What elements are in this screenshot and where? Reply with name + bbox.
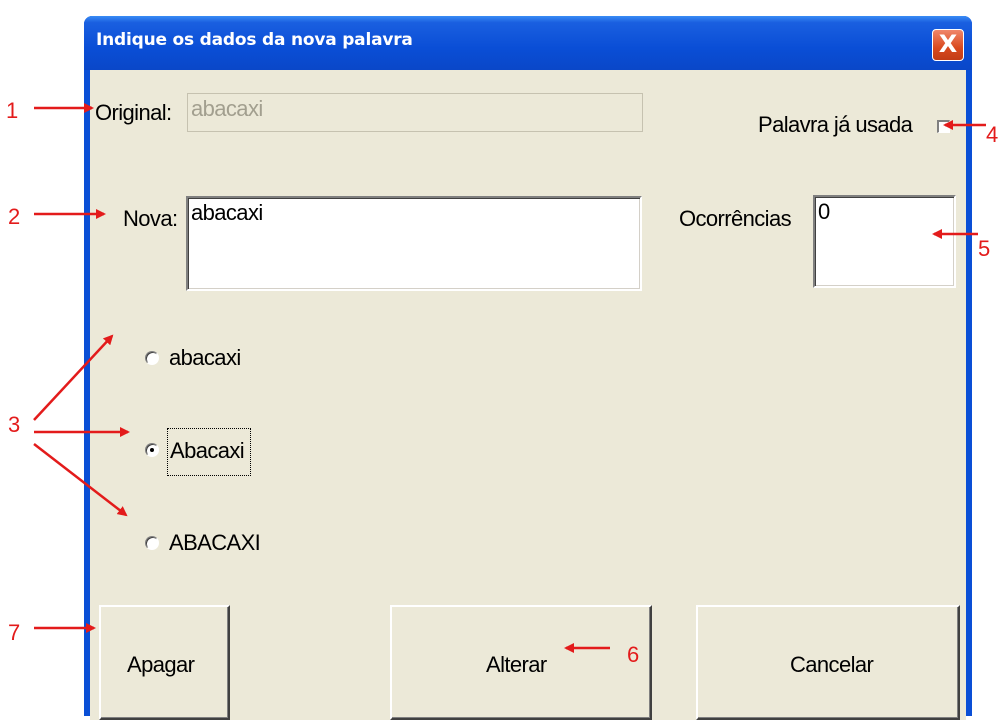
arrow-3a (33, 334, 114, 421)
annotation-arrows (33, 103, 986, 653)
arrow-3c (33, 443, 128, 517)
